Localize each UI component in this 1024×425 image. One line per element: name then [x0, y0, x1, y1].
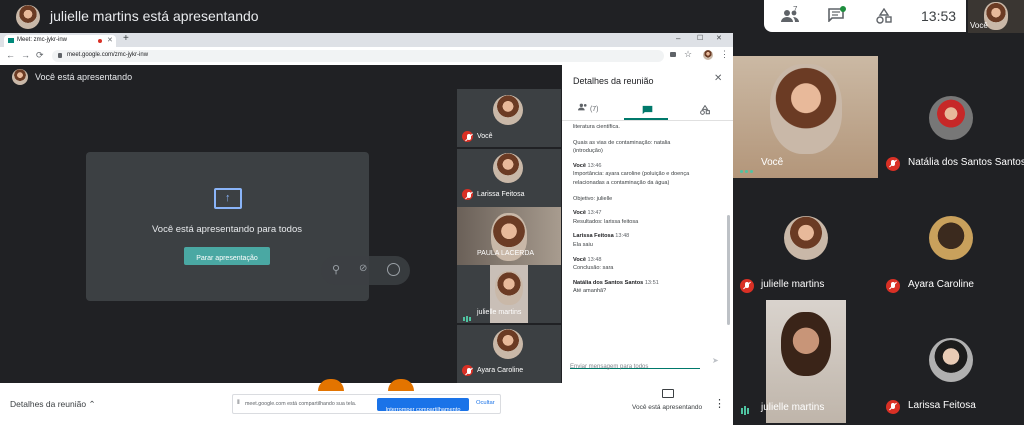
bookmark-star-icon[interactable]: ☆: [684, 49, 692, 60]
muted-mic-icon: [886, 279, 900, 293]
speaking-indicator-icon: [740, 160, 755, 178]
remove-icon[interactable]: [387, 263, 400, 276]
details-panel: Detalhes da reunião ✕ (7) literatura cie…: [562, 65, 733, 383]
lock-icon: [58, 53, 62, 58]
people-count: 7: [793, 5, 798, 14]
details-close-icon[interactable]: ✕: [714, 73, 722, 84]
presenting-label[interactable]: Você está apresentando: [632, 404, 702, 411]
muted-mic-icon: [886, 400, 900, 414]
address-bar[interactable]: meet.google.com/zmc-jykr-inw: [52, 50, 664, 62]
activities-icon[interactable]: [876, 7, 892, 29]
mute-off-icon[interactable]: ⊘: [359, 263, 367, 274]
banner-pause-icon: ⦀: [237, 400, 240, 406]
self-preview-label: Você: [970, 21, 988, 30]
window-max-button[interactable]: ☐: [697, 34, 703, 42]
grid-tile-larissa: Larissa Feitosa: [878, 300, 1024, 425]
chat-message: Você 13:48 Conclusão: sara: [573, 256, 614, 272]
chat-scrollbar[interactable]: [727, 215, 730, 325]
recording-dot-icon: [98, 39, 102, 43]
forward-icon[interactable]: →: [21, 50, 30, 60]
top-controls: 7 13:53: [764, 0, 966, 32]
browser-tab[interactable]: Meet: zmc-jykr-inw ✕: [4, 35, 116, 47]
inner-footer: Detalhes da reunião ⌃ ⦀ meet.google.com …: [0, 379, 733, 425]
more-options-icon[interactable]: ⋮: [714, 397, 725, 410]
meeting-details-button[interactable]: Detalhes da reunião ⌃: [10, 399, 96, 410]
window-min-button[interactable]: –: [676, 34, 680, 43]
chat-message: Natália dos Santos Santos 13:51 Até aman…: [573, 279, 659, 295]
muted-mic-icon: [886, 157, 900, 171]
inner-presenter-avatar: [12, 69, 28, 85]
inner-tile-5: Ayara Caroline: [457, 325, 561, 383]
red-control-2[interactable]: [388, 379, 414, 391]
chat-message: Larissa Feitosa 13:48 Ela saiu: [573, 233, 630, 248]
back-icon[interactable]: ←: [6, 50, 15, 60]
grid-tile-julielle-2: julielle martins: [733, 300, 878, 425]
presenter-title: julielle martins está apresentando: [50, 8, 259, 24]
stop-sharing-button[interactable]: Interromper compartilhamento: [377, 398, 469, 413]
speaking-indicator-icon: [741, 402, 750, 420]
muted-mic-icon: [462, 131, 473, 142]
grid-tile-natalia: Natália dos Santos Santos: [878, 56, 1024, 178]
hide-banner-button[interactable]: Ocultar: [476, 400, 495, 406]
inner-tile-3: PAULA LACERDA: [457, 207, 561, 265]
inner-tile-4: julielle martins: [457, 265, 561, 323]
inner-tile-1: Você: [457, 89, 561, 147]
chat-messages: literatura científica. Quais as vias de …: [573, 123, 721, 296]
clock: 13:53: [921, 8, 957, 24]
browser-tabstrip: Meet: zmc-jykr-inw ✕ + – ☐ ✕: [0, 33, 733, 47]
present-title: Você está apresentando para todos: [152, 224, 303, 235]
presenter-avatar: [16, 5, 40, 29]
send-icon[interactable]: ➤: [712, 356, 719, 365]
window-close-button[interactable]: ✕: [716, 34, 722, 42]
camera-icon[interactable]: [670, 52, 676, 57]
new-tab-button[interactable]: +: [123, 33, 129, 44]
inner-tile-2: Larissa Feitosa: [457, 149, 561, 207]
chat-icon[interactable]: [828, 6, 846, 27]
inner-meet: Você está apresentando ↑ Você está apres…: [0, 65, 733, 425]
muted-mic-icon: [462, 365, 473, 376]
activities-tab-icon[interactable]: [700, 102, 710, 120]
share-banner: ⦀ meet.google.com está compartilhando su…: [232, 394, 501, 414]
stop-presenting-button[interactable]: Parar apresentação: [184, 247, 270, 265]
people-tab[interactable]: (7): [578, 103, 599, 113]
grid-tile-ayara: Ayara Caroline: [878, 178, 1024, 300]
red-control-1[interactable]: [318, 379, 344, 391]
tab-close-icon[interactable]: ✕: [107, 36, 113, 44]
muted-mic-icon: [462, 189, 473, 200]
inner-header: Você está apresentando: [35, 72, 133, 82]
grid-tile-julielle-1: julielle martins: [733, 178, 878, 300]
shared-screen: Meet: zmc-jykr-inw ✕ + – ☐ ✕ ← → ⟳ meet.…: [0, 33, 733, 425]
meet-favicon: [8, 38, 14, 43]
muted-mic-icon: [740, 279, 754, 293]
reload-icon[interactable]: ⟳: [36, 50, 44, 61]
profile-avatar[interactable]: [703, 50, 713, 60]
present-now-icon: [662, 389, 674, 398]
present-screen-icon: ↑: [214, 188, 242, 209]
chat-message: literatura científica. Quais as vias de …: [573, 124, 671, 155]
chat-message: Você 13:47 Resultados: larissa feitosa: [573, 210, 639, 225]
chat-message: Você 13:46 Importância: ayara caroline (…: [573, 162, 690, 202]
grid-tile-you: Você: [733, 56, 878, 178]
browser-menu-icon[interactable]: ⋮: [720, 49, 729, 60]
details-title: Detalhes da reunião: [573, 76, 654, 86]
chat-input[interactable]: Enviar mensagem para todos: [570, 355, 700, 370]
browser-toolbar: ← → ⟳ meet.google.com/zmc-jykr-inw ☆ ⋮: [0, 47, 733, 65]
pin-icon[interactable]: ⚲: [332, 263, 340, 276]
tabs-divider: [562, 120, 733, 121]
self-preview: Você: [968, 0, 1024, 33]
tile-controls: ⚲ ⊘: [321, 256, 410, 285]
